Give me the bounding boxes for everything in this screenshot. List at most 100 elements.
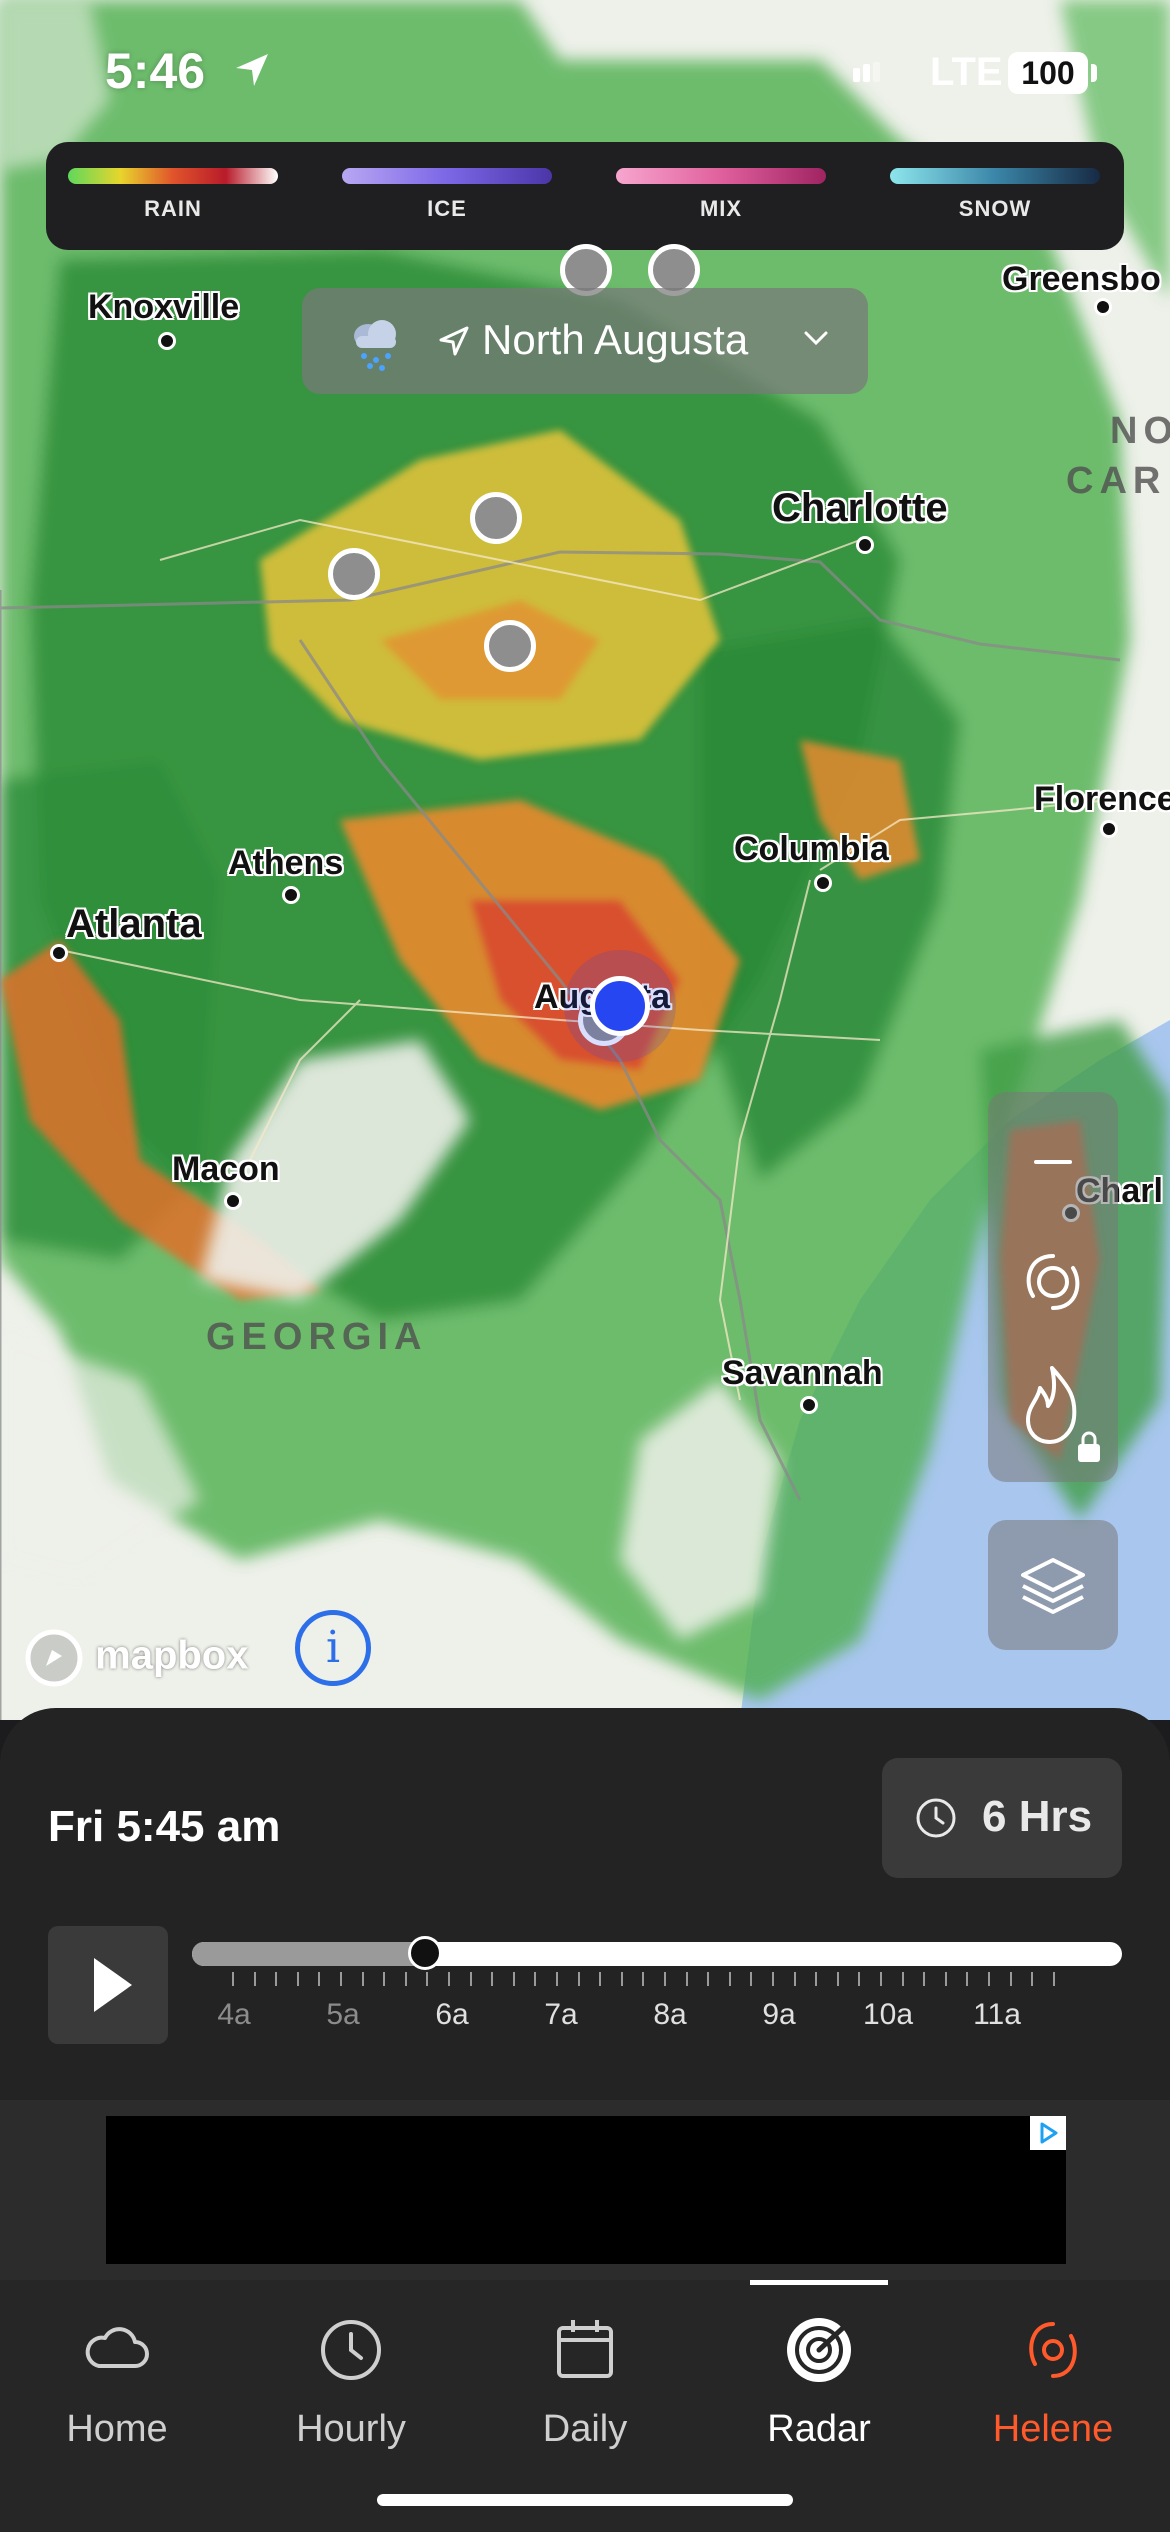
city-label: Charlotte: [772, 486, 948, 530]
tab-label: Helene: [992, 2408, 1114, 2450]
city-dot: [856, 536, 874, 554]
legend-bar-snow: [890, 168, 1100, 184]
layers-icon: [1021, 1558, 1085, 1614]
ad-banner[interactable]: [106, 2116, 1066, 2264]
city-label: Savannah: [722, 1354, 883, 1392]
timeline-tick: [361, 1972, 364, 1986]
timeline-hour-label: 9a: [762, 1998, 796, 2031]
chevron-down-icon: [804, 331, 828, 346]
ad-container: [0, 2100, 1170, 2280]
city-label: Macon: [172, 1150, 280, 1188]
legend-bar-mix: [616, 168, 826, 184]
legend-label-snow: SNOW: [958, 196, 1032, 221]
city-dot: [224, 1192, 242, 1210]
state-label: GEORGIA: [206, 1316, 428, 1358]
timeline-tick: [1031, 1972, 1034, 1986]
timeline-tick: [620, 1972, 623, 1986]
timeline-thumb[interactable]: [407, 1936, 442, 1970]
legend-item-mix: MIX: [616, 168, 826, 222]
timeline-tick: [599, 1972, 602, 1986]
timeline-hour-label: 8a: [653, 1998, 687, 2031]
tab-hourly[interactable]: Hourly: [234, 2280, 468, 2480]
calendar-icon: [557, 2320, 613, 2378]
city-dot: [282, 886, 300, 904]
legend-bar-rain: [68, 168, 278, 184]
battery-indicator: 100: [1008, 52, 1088, 94]
timeline-tick: [577, 1972, 580, 1986]
timeline-tick: [988, 1972, 990, 1986]
hurricane-icon: [1029, 2322, 1077, 2378]
timeline-progress: [192, 1942, 425, 1966]
time-range-button[interactable]: 6 Hrs: [882, 1758, 1122, 1878]
timeline-tick: [901, 1972, 904, 1986]
timeline-tick: [469, 1972, 472, 1986]
tab-radar[interactable]: Radar: [702, 2280, 936, 2480]
timeline-tick: [944, 1972, 947, 1986]
time-range-label: 6 Hrs: [982, 1792, 1093, 1841]
timeline-tick: [556, 1972, 558, 1986]
info-button[interactable]: i: [295, 1610, 371, 1686]
signal-icon: [853, 62, 880, 82]
timeline-tick: [664, 1972, 666, 1986]
play-button[interactable]: [48, 1926, 168, 2044]
minus-icon: [1034, 1160, 1072, 1164]
city-label: Athens: [228, 844, 344, 882]
tab-home[interactable]: Home: [0, 2280, 234, 2480]
adchoices-icon[interactable]: [1030, 2116, 1066, 2150]
tab-helene[interactable]: Helene: [936, 2280, 1170, 2480]
timeline-tick: [232, 1972, 234, 1986]
timeline-tick: [448, 1972, 450, 1986]
city-label: Atlanta: [66, 902, 202, 946]
legend-label-mix: MIX: [699, 196, 743, 221]
timeline-hour-label: 7a: [544, 1998, 578, 2031]
map-marker[interactable]: [328, 548, 380, 600]
timeline-tick: [707, 1972, 710, 1986]
network-label: LTE: [930, 50, 1003, 94]
legend-item-ice: ICE: [342, 168, 552, 222]
location-name: North Augusta: [482, 316, 749, 363]
timeline-tick: [253, 1972, 256, 1986]
timeline-tick: [815, 1972, 818, 1986]
timeline-tick: [923, 1972, 926, 1986]
state-label: NO: [1110, 410, 1170, 452]
legend-bar-ice: [342, 168, 552, 184]
tab-daily[interactable]: Daily: [468, 2280, 702, 2480]
timeline-tick: [426, 1972, 429, 1986]
timeline-tick: [966, 1972, 969, 1986]
tab-label: Radar: [767, 2408, 871, 2450]
mapbox-attribution[interactable]: mapbox: [24, 1628, 248, 1688]
navigation-arrow-icon: [439, 326, 469, 356]
city-label: Columbia: [734, 830, 889, 868]
tab-label: Daily: [542, 2408, 628, 2450]
map-marker[interactable]: [484, 620, 536, 672]
timeline-hour-label: 11a: [973, 1998, 1021, 2031]
cloud-icon: [85, 2327, 149, 2368]
timeline-tick: [296, 1972, 299, 1986]
tab-label: Hourly: [296, 2408, 406, 2450]
radar-timestamp: Fri 5:45 am: [48, 1802, 281, 1851]
timeline-tick: [836, 1972, 839, 1986]
status-time: 5:46: [105, 43, 206, 99]
radar-icon: [787, 2318, 851, 2382]
timeline-tick: [340, 1972, 342, 1986]
fire-layer-button[interactable]: [988, 1342, 1118, 1462]
city-dot: [1100, 820, 1118, 838]
radar-map[interactable]: 5:46 LTE 100 RAIN ICE MIX SNOW North Aug…: [0, 0, 1170, 1720]
clock-icon: [321, 2320, 381, 2380]
location-selector[interactable]: North Augusta: [302, 288, 868, 394]
home-indicator: [377, 2494, 793, 2506]
map-marker[interactable]: [470, 492, 522, 544]
hurricane-tracker-button[interactable]: [988, 1222, 1118, 1342]
timeline-slider[interactable]: [192, 1936, 1122, 1970]
map-layers-button[interactable]: [988, 1520, 1118, 1650]
timeline-tick: [793, 1972, 796, 1986]
city-label: Greensbo: [1002, 260, 1161, 298]
legend-label-ice: ICE: [427, 196, 467, 221]
timeline-tick: [1052, 1972, 1055, 1986]
precipitation-legend: RAIN ICE MIX SNOW: [46, 142, 1124, 250]
timeline-tick: [512, 1972, 515, 1986]
collapse-button[interactable]: [988, 1102, 1118, 1222]
city-dot: [50, 944, 68, 962]
timeline-tick: [534, 1972, 537, 1986]
legend-item-rain: RAIN: [68, 168, 278, 222]
